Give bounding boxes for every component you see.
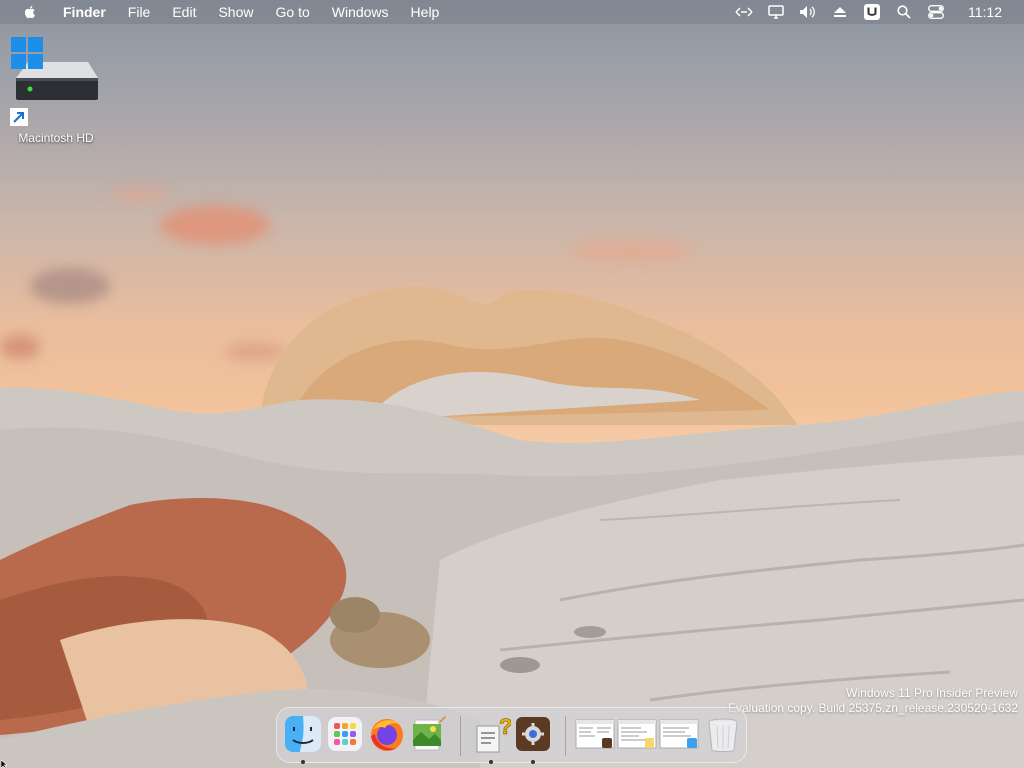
- status-area: 11:12: [728, 0, 1024, 24]
- menu-clock[interactable]: 11:12: [968, 4, 1002, 20]
- help-script-icon[interactable]: ?: [471, 714, 513, 764]
- menu-windows[interactable]: Windows: [321, 0, 400, 24]
- launchpad-icon[interactable]: [325, 714, 365, 754]
- preview-icon[interactable]: [409, 714, 449, 754]
- finder-icon[interactable]: [283, 714, 323, 764]
- menu-edit[interactable]: Edit: [161, 0, 207, 24]
- running-indicator: [301, 760, 305, 764]
- desktop-icon-label: Macintosh HD: [18, 131, 94, 145]
- desktop-icon-macintosh-hd[interactable]: Macintosh HD: [10, 36, 102, 148]
- display-icon[interactable]: [767, 4, 785, 20]
- running-indicator: [531, 760, 535, 764]
- rock-landscape: [0, 286, 1024, 768]
- watermark-line-1: Windows 11 Pro Insider Preview: [846, 686, 1018, 700]
- control-center-icon[interactable]: [927, 4, 945, 20]
- window-thumbnail-icon[interactable]: [617, 714, 657, 754]
- menu-help[interactable]: Help: [400, 0, 451, 24]
- apple-logo-icon[interactable]: [22, 4, 38, 20]
- dock: ?: [276, 707, 747, 764]
- running-indicator: [489, 760, 493, 764]
- trash-icon[interactable]: [703, 714, 743, 754]
- dock-separator: [565, 716, 566, 756]
- window-thumbnail-icon[interactable]: [659, 714, 699, 754]
- eject-icon[interactable]: [831, 4, 849, 20]
- u-app-icon[interactable]: [863, 4, 881, 20]
- network-arrows-icon[interactable]: [735, 4, 753, 20]
- volume-icon[interactable]: [799, 4, 817, 20]
- window-thumbnail-icon[interactable]: [575, 714, 615, 754]
- menu-finder[interactable]: Finder: [52, 0, 117, 24]
- windows-watermark: Windows 11 Pro Insider Preview Evaluatio…: [728, 686, 1018, 716]
- search-icon[interactable]: [895, 4, 913, 20]
- menu-file[interactable]: File: [117, 0, 162, 24]
- windows-logo-icon: [11, 37, 43, 69]
- menu-show[interactable]: Show: [207, 0, 264, 24]
- menu-bar: Finder File Edit Show Go to Windows Help…: [0, 0, 1024, 24]
- mouse-cursor-icon: [1, 760, 8, 768]
- svg-text:?: ?: [499, 714, 511, 739]
- firefox-icon[interactable]: [367, 714, 407, 754]
- shortcut-arrow-icon: [10, 108, 28, 126]
- dock-separator: [460, 716, 461, 756]
- menu-go-to[interactable]: Go to: [265, 0, 321, 24]
- desktop-wallpaper: [0, 0, 1024, 768]
- settings-app-icon[interactable]: [513, 714, 553, 764]
- watermark-line-2: Evaluation copy. Build 25375.zn_release.…: [728, 701, 1018, 715]
